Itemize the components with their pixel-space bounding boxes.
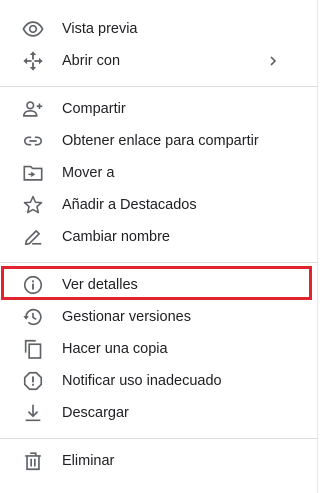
menu-item-label: Cambiar nombre xyxy=(62,229,170,245)
copy-icon xyxy=(22,338,44,360)
menu-item-label: Descargar xyxy=(62,405,129,421)
download-icon xyxy=(22,402,44,424)
menu-item-open-with[interactable]: Abrir con xyxy=(0,45,318,77)
move-arrows-icon xyxy=(22,50,44,72)
chevron-right-icon xyxy=(266,54,280,68)
trash-icon xyxy=(22,450,44,472)
menu-item-label: Mover a xyxy=(62,165,115,181)
eye-icon xyxy=(22,18,44,40)
menu-item-label: Vista previa xyxy=(62,21,138,37)
menu-item-label: Ver detalles xyxy=(62,277,138,293)
menu-item-view-details[interactable]: Ver detalles xyxy=(0,269,318,301)
menu-item-share[interactable]: Compartir xyxy=(0,93,318,125)
menu-item-make-copy[interactable]: Hacer una copia xyxy=(0,333,318,365)
menu-item-download[interactable]: Descargar xyxy=(0,397,318,429)
context-menu: Vista previa Abrir con Compartir Obtener… xyxy=(0,0,318,493)
menu-item-report-abuse[interactable]: Notificar uso inadecuado xyxy=(0,365,318,397)
report-icon xyxy=(22,370,44,392)
divider xyxy=(0,438,318,439)
menu-item-label: Hacer una copia xyxy=(62,341,168,357)
pencil-icon xyxy=(22,226,44,248)
info-icon xyxy=(22,274,44,296)
menu-item-label: Obtener enlace para compartir xyxy=(62,133,259,149)
star-outline-icon xyxy=(22,194,44,216)
menu-item-rename[interactable]: Cambiar nombre xyxy=(0,221,318,253)
divider xyxy=(0,262,318,263)
menu-item-label: Gestionar versiones xyxy=(62,309,191,325)
menu-item-manage-versions[interactable]: Gestionar versiones xyxy=(0,301,318,333)
menu-item-label: Eliminar xyxy=(62,453,115,469)
menu-item-preview[interactable]: Vista previa xyxy=(0,13,318,45)
link-icon xyxy=(22,130,44,152)
menu-item-label: Añadir a Destacados xyxy=(62,197,197,213)
menu-item-get-link[interactable]: Obtener enlace para compartir xyxy=(0,125,318,157)
person-add-icon xyxy=(22,98,44,120)
menu-item-label: Compartir xyxy=(62,101,126,117)
menu-item-add-starred[interactable]: Añadir a Destacados xyxy=(0,189,318,221)
menu-item-delete[interactable]: Eliminar xyxy=(0,445,318,477)
menu-item-label: Notificar uso inadecuado xyxy=(62,373,222,389)
folder-move-icon xyxy=(22,162,44,184)
menu-item-move-to[interactable]: Mover a xyxy=(0,157,318,189)
divider xyxy=(0,86,318,87)
history-icon xyxy=(22,306,44,328)
menu-item-label: Abrir con xyxy=(62,53,121,69)
